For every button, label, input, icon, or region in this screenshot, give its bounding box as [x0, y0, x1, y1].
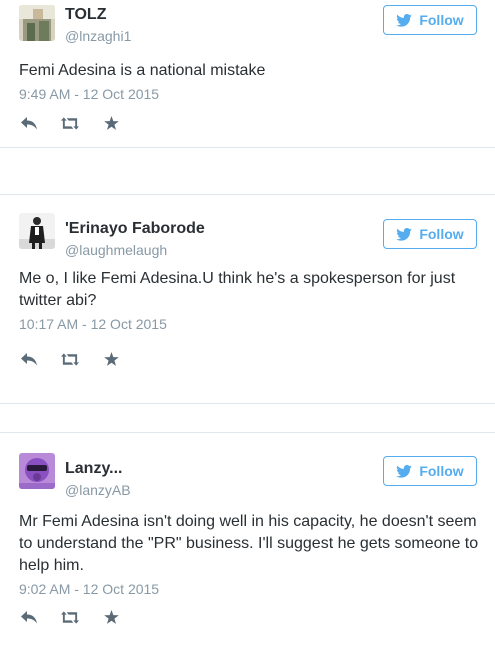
follow-label: Follow: [419, 12, 464, 28]
twitter-bird-icon: [396, 13, 413, 27]
tweet-text: Mr Femi Adesina isn't doing well in his …: [19, 513, 479, 574]
tweet-card: Lanzy... @lanzyAB Follow Mr Femi Adesina…: [0, 432, 495, 646]
reply-icon[interactable]: [20, 610, 38, 624]
twitter-bird-icon: [396, 464, 413, 478]
reply-icon[interactable]: [20, 352, 38, 366]
user-name[interactable]: 'Erinayo Faborode: [65, 220, 205, 238]
tweet-timestamp[interactable]: 9:02 AM - 12 Oct 2015: [19, 581, 159, 597]
user-handle[interactable]: @lanzyAB: [65, 482, 131, 498]
follow-label: Follow: [419, 226, 464, 242]
favorite-icon[interactable]: [102, 116, 120, 130]
tweet-text: Femi Adesina is a national mistake: [19, 62, 266, 79]
avatar[interactable]: [19, 5, 55, 41]
avatar[interactable]: [19, 453, 55, 489]
user-handle[interactable]: @lnzaghi1: [65, 28, 131, 44]
twitter-bird-icon: [396, 227, 413, 241]
tweet-text: Me o, I like Femi Adesina.U think he's a…: [19, 270, 456, 309]
tweet-actions: [20, 610, 143, 624]
tweet-timestamp[interactable]: 9:49 AM - 12 Oct 2015: [19, 86, 159, 102]
user-name[interactable]: Lanzy...: [65, 460, 123, 478]
follow-button[interactable]: Follow: [383, 219, 477, 249]
avatar[interactable]: [19, 213, 55, 249]
retweet-icon[interactable]: [61, 610, 79, 624]
retweet-icon[interactable]: [61, 116, 79, 130]
follow-button[interactable]: Follow: [383, 5, 477, 35]
tweet-actions: [20, 116, 143, 130]
favorite-icon[interactable]: [102, 352, 120, 366]
follow-label: Follow: [419, 463, 464, 479]
retweet-icon[interactable]: [61, 352, 79, 366]
user-handle[interactable]: @laughmelaugh: [65, 242, 167, 258]
favorite-icon[interactable]: [102, 610, 120, 624]
tweet-card: TOLZ @lnzaghi1 Follow Femi Adesina is a …: [0, 0, 495, 148]
user-name[interactable]: TOLZ: [65, 6, 106, 24]
follow-button[interactable]: Follow: [383, 456, 477, 486]
reply-icon[interactable]: [20, 116, 38, 130]
tweet-actions: [20, 352, 143, 366]
tweet-card: 'Erinayo Faborode @laughmelaugh Follow M…: [0, 194, 495, 404]
tweet-timestamp[interactable]: 10:17 AM - 12 Oct 2015: [19, 316, 167, 332]
